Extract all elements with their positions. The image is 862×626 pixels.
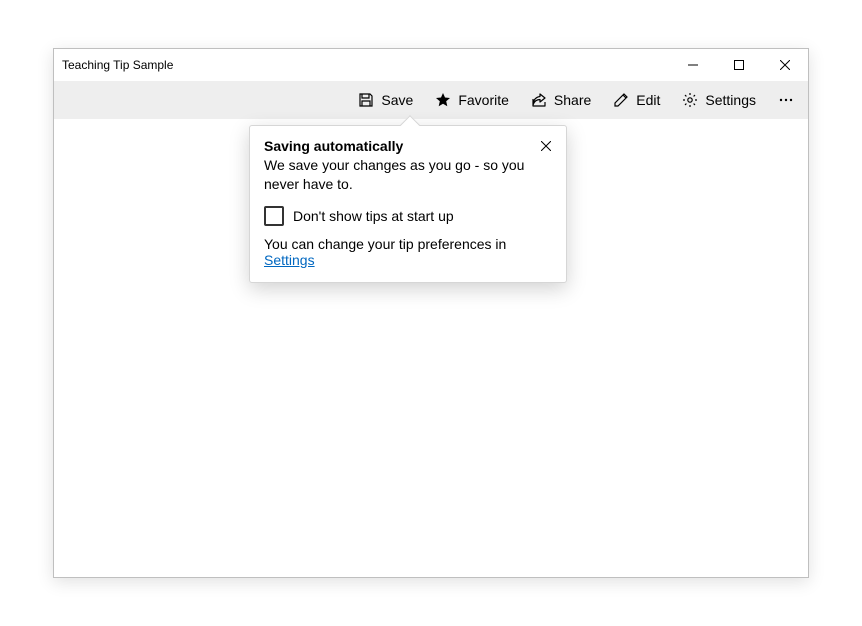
favorite-button[interactable]: Favorite (425, 86, 519, 114)
tip-body: We save your changes as you go - so you … (264, 156, 552, 194)
maximize-icon (734, 60, 744, 70)
star-icon (435, 92, 451, 108)
app-window: Teaching Tip Sample Save Favorite (53, 48, 809, 578)
edit-button[interactable]: Edit (603, 86, 670, 114)
more-button[interactable] (768, 86, 804, 114)
share-button[interactable]: Share (521, 86, 601, 114)
window-controls (670, 49, 808, 81)
title-bar: Teaching Tip Sample (54, 49, 808, 81)
tip-caret (400, 115, 420, 135)
dont-show-checkbox[interactable] (264, 206, 284, 226)
minimize-button[interactable] (670, 49, 716, 81)
settings-label: Settings (705, 92, 756, 108)
tip-footer: You can change your tip preferences in S… (264, 236, 552, 268)
save-button[interactable]: Save (348, 86, 423, 114)
maximize-button[interactable] (716, 49, 762, 81)
tip-close-button[interactable] (536, 136, 556, 156)
tip-settings-link[interactable]: Settings (264, 252, 315, 268)
favorite-label: Favorite (458, 92, 509, 108)
tip-footer-text: You can change your tip preferences in (264, 236, 506, 252)
share-label: Share (554, 92, 591, 108)
teaching-tip: Saving automatically We save your change… (249, 125, 567, 283)
window-title: Teaching Tip Sample (62, 58, 670, 72)
command-bar: Save Favorite Share Edit Settings (54, 81, 808, 119)
tip-checkbox-row: Don't show tips at start up (264, 206, 552, 226)
save-label: Save (381, 92, 413, 108)
dont-show-label: Don't show tips at start up (293, 208, 454, 224)
settings-button[interactable]: Settings (672, 86, 766, 114)
tip-title: Saving automatically (264, 138, 552, 154)
edit-label: Edit (636, 92, 660, 108)
content-area: Saving automatically We save your change… (54, 119, 808, 577)
close-window-button[interactable] (762, 49, 808, 81)
close-icon (541, 141, 551, 151)
edit-icon (613, 92, 629, 108)
save-icon (358, 92, 374, 108)
share-icon (531, 92, 547, 108)
close-icon (780, 60, 790, 70)
minimize-icon (688, 60, 698, 70)
more-icon (778, 92, 794, 108)
gear-icon (682, 92, 698, 108)
